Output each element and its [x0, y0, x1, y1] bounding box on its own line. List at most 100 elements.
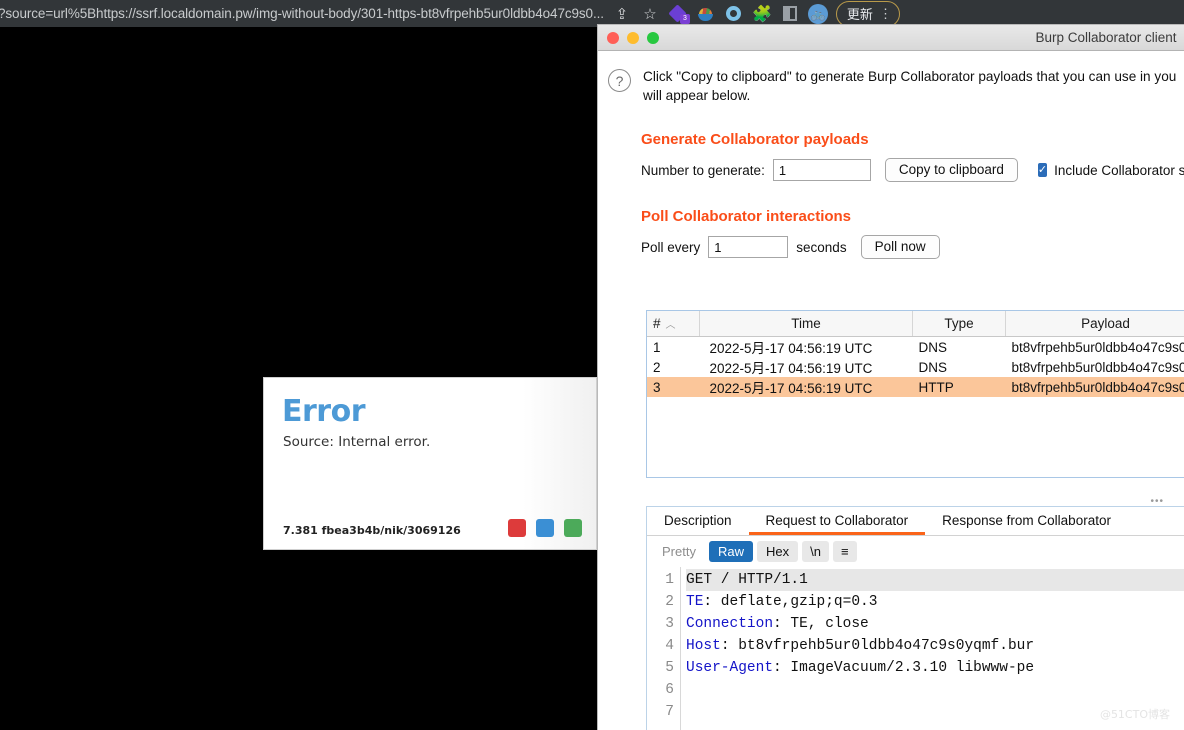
poll-seconds-label: seconds: [796, 239, 847, 255]
poll-section-heading: Poll Collaborator interactions: [641, 208, 852, 225]
request-line-header: Connection: [686, 616, 774, 632]
request-line: Host: bt8vfrpehb5ur0ldbb4o47c9s0yqmf.bur: [686, 635, 1184, 657]
editor-menu-icon[interactable]: ≡: [832, 541, 857, 562]
tab-request-to-collaborator[interactable]: Request to Collaborator: [748, 507, 926, 535]
request-line: TE: deflate,gzip;q=0.3: [686, 591, 1184, 613]
swatch-blue: [536, 519, 554, 537]
line-number-gutter: 1 2 3 4 5 6 7: [647, 567, 680, 730]
editor-toolbar: Pretty Raw Hex \n ≡: [647, 536, 1184, 567]
fruit-bowl-extension-icon[interactable]: [692, 1, 720, 27]
column-header-num-label: #: [653, 316, 661, 331]
bookmark-star-icon[interactable]: ☆: [636, 1, 664, 27]
maximize-window-icon[interactable]: [647, 31, 659, 44]
line-number: 4: [665, 638, 674, 654]
burp-titlebar[interactable]: Burp Collaborator client: [598, 25, 1184, 51]
browser-toolbar: ?source=url%5Bhttps://ssrf.localdomain.p…: [0, 0, 1184, 27]
hex-view-button[interactable]: Hex: [756, 541, 799, 562]
include-collaborator-server-checkbox[interactable]: ✓: [1037, 163, 1048, 177]
detail-tabstrip: Description Request to Collaborator Resp…: [647, 507, 1184, 536]
burp-collaborator-window: Burp Collaborator client ? Click "Copy t…: [597, 24, 1184, 730]
watermark: @51CTO博客: [1099, 708, 1170, 721]
share-icon[interactable]: ⇪: [608, 1, 636, 27]
line-number: 5: [665, 660, 674, 676]
table-row[interactable]: 1 2022-5月-17 04:56:19 UTC DNS bt8vfrpehb…: [647, 337, 1184, 358]
cell-num: 3: [647, 377, 700, 397]
request-line-header: TE: [686, 594, 704, 610]
table-row[interactable]: 2 2022-5月-17 04:56:19 UTC DNS bt8vfrpehb…: [647, 357, 1184, 377]
line-number: 2: [665, 594, 674, 610]
kebab-menu-icon[interactable]: ⋮: [879, 7, 892, 20]
copy-to-clipboard-button[interactable]: Copy to clipboard: [884, 158, 1018, 182]
screen-root: ?source=url%5Bhttps://ssrf.localdomain.p…: [0, 0, 1184, 730]
cell-type: DNS: [918, 339, 948, 355]
window-title: Burp Collaborator client: [1035, 30, 1177, 45]
error-title: Error: [282, 394, 366, 429]
cell-type: HTTP: [912, 377, 1006, 397]
error-message: Source: Internal error.: [283, 434, 431, 450]
bicycle-profile-avatar-icon[interactable]: 🚲: [804, 1, 832, 27]
error-color-swatches: [508, 519, 582, 537]
tab-description[interactable]: Description: [647, 507, 749, 535]
cell-payload: bt8vfrpehb5ur0ldbb4o47c9s0yqmf: [1005, 377, 1184, 397]
interactions-table[interactable]: # ︿ Time Type Payload 1 2022-5月-17 04:56:…: [646, 310, 1184, 478]
cell-num: 1: [653, 339, 661, 355]
column-header-payload[interactable]: Payload: [1005, 311, 1184, 337]
browser-toolbar-icons: ⇪ ☆ 3 🧩 🚲 更新 ⋮: [608, 0, 900, 27]
raw-view-button[interactable]: Raw: [708, 541, 753, 562]
table-header-row: # ︿ Time Type Payload: [647, 311, 1184, 337]
request-line-value: : bt8vfrpehb5ur0ldbb4o47c9s0yqmf.bur: [720, 638, 1035, 654]
number-to-generate-label: Number to generate:: [641, 162, 765, 178]
request-line: GET / HTTP/1.1: [686, 569, 1184, 591]
help-text: Click "Copy to clipboard" to generate Bu…: [643, 67, 1184, 105]
cell-payload: bt8vfrpehb5ur0ldbb4o47c9s0yqmf: [1011, 339, 1184, 355]
swatch-green: [564, 519, 582, 537]
question-mark-icon: ?: [608, 69, 631, 92]
line-number: 1: [665, 572, 674, 588]
column-header-num[interactable]: # ︿: [647, 311, 700, 337]
swatch-red: [508, 519, 526, 537]
purple-diamond-extension-icon[interactable]: 3: [664, 1, 692, 27]
help-text-line2: will appear below.: [643, 88, 751, 103]
pretty-view-button[interactable]: Pretty: [653, 541, 705, 562]
request-line-header: User-Agent: [686, 660, 774, 676]
cell-type: DNS: [918, 359, 948, 375]
cell-time: 2022-5月-17 04:56:19 UTC: [699, 377, 913, 397]
cell-time: 2022-5月-17 04:56:19 UTC: [709, 341, 873, 356]
address-bar-url[interactable]: ?source=url%5Bhttps://ssrf.localdomain.p…: [0, 6, 604, 21]
column-header-type[interactable]: Type: [912, 311, 1006, 337]
request-line: Connection: TE, close: [686, 613, 1184, 635]
table-row-selected[interactable]: 3 2022-5月-17 04:56:19 UTC HTTP bt8vfrpeh…: [647, 377, 1184, 397]
close-window-icon[interactable]: [607, 31, 619, 44]
error-code: 7.381 fbea3b4b/nik/3069126: [283, 524, 461, 537]
poll-now-button[interactable]: Poll now: [860, 235, 940, 259]
extension-badge-count: 3: [679, 13, 690, 24]
minimize-window-icon[interactable]: [627, 31, 639, 44]
column-header-time[interactable]: Time: [699, 311, 913, 337]
line-number: 3: [665, 616, 674, 632]
puzzle-piece-extensions-icon[interactable]: 🧩: [748, 1, 776, 27]
update-button[interactable]: 更新 ⋮: [835, 0, 900, 27]
request-line: User-Agent: ImageVacuum/2.3.10 libwww-pe: [686, 657, 1184, 679]
poll-controls-row: Poll every seconds Poll now: [641, 235, 1184, 259]
burp-content: ? Click "Copy to clipboard" to generate …: [598, 51, 1184, 730]
request-line-value: GET / HTTP/1.1: [686, 572, 808, 588]
cell-time: 2022-5月-17 04:56:19 UTC: [709, 361, 873, 376]
generate-controls-row: Number to generate: Copy to clipboard ✓ …: [641, 158, 1184, 182]
tab-response-from-collaborator[interactable]: Response from Collaborator: [925, 507, 1128, 535]
number-to-generate-input[interactable]: [772, 159, 871, 181]
request-line-value: : TE, close: [773, 616, 869, 632]
request-line: [686, 679, 1184, 701]
include-collaborator-server-label: Include Collaborator se: [1054, 162, 1184, 178]
blue-ring-extension-icon[interactable]: [720, 1, 748, 27]
newline-toggle-button[interactable]: \n: [802, 541, 829, 562]
interactions-table-body: 1 2022-5月-17 04:56:19 UTC DNS bt8vfrpehb…: [647, 337, 1184, 397]
cell-payload: bt8vfrpehb5ur0ldbb4o47c9s0yqmf: [1011, 359, 1184, 375]
poll-interval-input[interactable]: [708, 236, 789, 258]
help-text-line1: Click "Copy to clipboard" to generate Bu…: [643, 69, 1177, 84]
cell-num: 2: [653, 359, 661, 375]
sidebar-panel-icon[interactable]: [776, 1, 804, 27]
generate-section-heading: Generate Collaborator payloads: [641, 131, 869, 148]
error-dialog: Error Source: Internal error. 7.381 fbea…: [263, 377, 597, 550]
line-number: 7: [665, 704, 674, 720]
line-number: 6: [665, 682, 674, 698]
